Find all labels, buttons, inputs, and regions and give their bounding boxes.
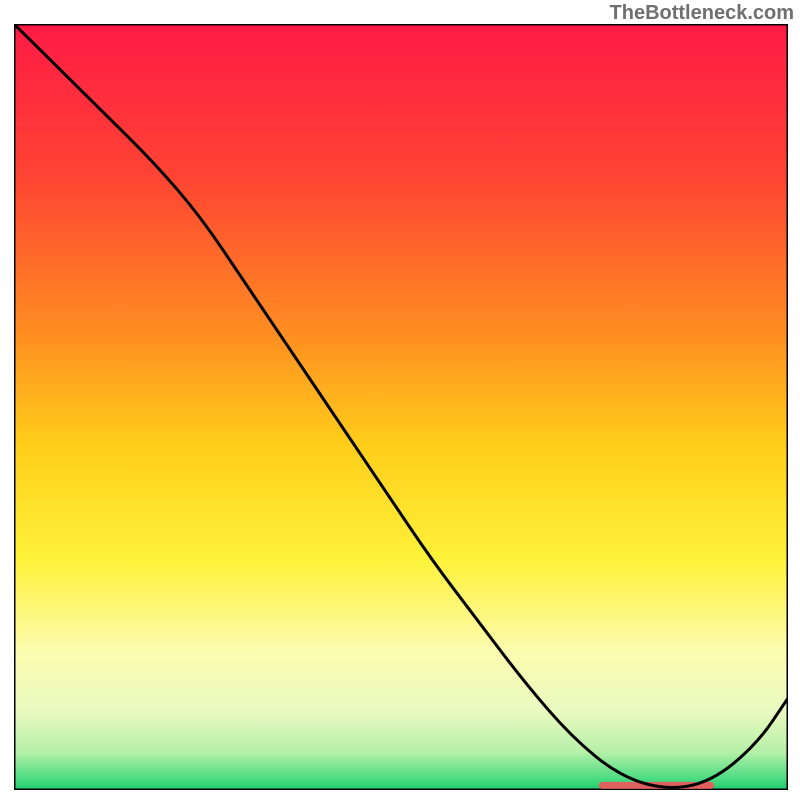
chart-container: TheBottleneck.com [0,0,800,800]
plot-area [14,24,788,790]
watermark-label: TheBottleneck.com [610,2,794,25]
chart-svg [14,24,788,790]
